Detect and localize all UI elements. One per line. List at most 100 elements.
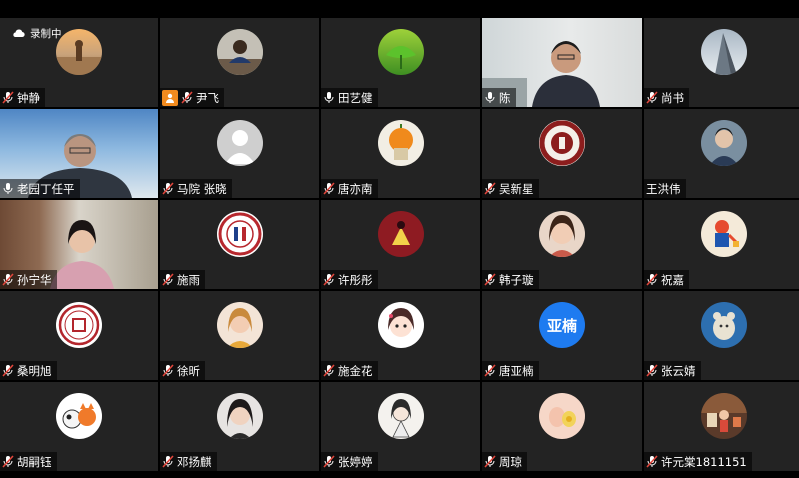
name-tag: 唐亦南 bbox=[321, 179, 378, 198]
participant-name: 祝嘉 bbox=[661, 272, 684, 287]
name-tag: 吴新星 bbox=[482, 179, 539, 198]
mic-on-icon bbox=[484, 91, 496, 104]
name-tag: 祝嘉 bbox=[644, 270, 689, 289]
name-tag: 桑明旭 bbox=[0, 361, 57, 380]
mic-muted-icon bbox=[323, 364, 335, 377]
participant-tile[interactable]: 孙宁华 bbox=[0, 200, 158, 289]
participant-name: 马院 张晓 bbox=[177, 181, 227, 196]
participant-tile[interactable]: 胡嗣钰 bbox=[0, 382, 158, 471]
participant-tile[interactable]: 韩子璇 bbox=[482, 200, 642, 289]
name-tag: 施金花 bbox=[321, 361, 378, 380]
participant-tile[interactable]: 徐昕 bbox=[160, 291, 319, 380]
name-tag: 唐亚楠 bbox=[482, 361, 539, 380]
participant-name: 邓扬麒 bbox=[177, 454, 212, 469]
participant-tile[interactable]: 桑明旭 bbox=[0, 291, 158, 380]
participant-avatar bbox=[700, 120, 747, 166]
name-tag: 胡嗣钰 bbox=[0, 452, 57, 471]
name-tag: 老园丁任平 bbox=[0, 179, 80, 198]
recording-label: 录制中 bbox=[30, 28, 62, 40]
participant-tile[interactable]: 王洪伟 bbox=[644, 109, 799, 198]
participant-tile[interactable]: 尹飞 bbox=[160, 18, 319, 107]
participant-avatar bbox=[539, 120, 585, 166]
participant-tile[interactable]: 施雨 bbox=[160, 200, 319, 289]
participant-name: 周琼 bbox=[499, 454, 522, 469]
participant-name: 钟静 bbox=[17, 90, 40, 105]
participant-tile[interactable]: 祝嘉 bbox=[644, 200, 799, 289]
name-tag: 王洪伟 bbox=[644, 179, 686, 198]
mic-muted-icon bbox=[646, 364, 658, 377]
participant-avatar bbox=[377, 211, 424, 257]
participant-tile[interactable]: 尚书 bbox=[644, 18, 799, 107]
participant-avatar bbox=[539, 211, 585, 257]
mic-muted-icon bbox=[484, 364, 496, 377]
participant-avatar bbox=[539, 393, 585, 439]
participant-name: 唐亦南 bbox=[338, 181, 373, 196]
mic-muted-icon bbox=[323, 182, 335, 195]
mic-muted-icon bbox=[323, 273, 335, 286]
participant-name: 胡嗣钰 bbox=[17, 454, 52, 469]
participant-name: 陈 bbox=[499, 90, 511, 105]
name-tag: 周琼 bbox=[482, 452, 527, 471]
mic-muted-icon bbox=[162, 364, 174, 377]
mic-muted-icon bbox=[2, 455, 14, 468]
participant-tile[interactable]: 唐亦南 bbox=[321, 109, 480, 198]
name-tag: 尚书 bbox=[644, 88, 689, 107]
participant-tile[interactable]: 邓扬麒 bbox=[160, 382, 319, 471]
participant-name: 施雨 bbox=[177, 272, 200, 287]
avatar-initials: 亚楠 bbox=[546, 316, 577, 335]
participant-tile[interactable]: 许元棠1811151 bbox=[644, 382, 799, 471]
recording-indicator: 录制中 bbox=[12, 26, 62, 41]
name-tag: 许元棠1811151 bbox=[644, 452, 752, 471]
participant-tile-active-speaker[interactable]: 陈 bbox=[482, 18, 642, 107]
participant-avatar bbox=[216, 211, 263, 257]
name-tag: 许彤彤 bbox=[321, 270, 378, 289]
participant-tile[interactable]: 吴新星 bbox=[482, 109, 642, 198]
mic-muted-icon bbox=[181, 91, 193, 104]
mic-muted-icon bbox=[646, 91, 658, 104]
participant-avatar bbox=[216, 302, 263, 348]
participant-tile[interactable]: 张云婧 bbox=[644, 291, 799, 380]
participant-avatar bbox=[377, 120, 424, 166]
mic-muted-icon bbox=[646, 273, 658, 286]
participant-name: 许彤彤 bbox=[338, 272, 373, 287]
participant-tile[interactable]: 施金花 bbox=[321, 291, 480, 380]
mic-muted-icon bbox=[484, 273, 496, 286]
participant-name: 韩子璇 bbox=[499, 272, 534, 287]
participant-name: 桑明旭 bbox=[17, 363, 52, 378]
participant-tile[interactable]: 亚楠 唐亚楠 bbox=[482, 291, 642, 380]
name-tag: 马院 张晓 bbox=[160, 179, 232, 198]
default-user-avatar bbox=[216, 120, 263, 166]
text-avatar: 亚楠 bbox=[539, 302, 585, 348]
mic-muted-icon bbox=[646, 455, 658, 468]
name-tag: 孙宁华 bbox=[0, 270, 57, 289]
top-bar bbox=[0, 0, 799, 18]
mic-muted-icon bbox=[162, 182, 174, 195]
name-tag: 张婷婷 bbox=[321, 452, 378, 471]
participant-grid: 录制中 钟静 尹飞 田艺健 陈 尚书 老园丁任平 马院 张晓 唐亦南 吴新星 王… bbox=[0, 18, 799, 471]
participant-tile[interactable]: 周琼 bbox=[482, 382, 642, 471]
participant-avatar bbox=[56, 302, 102, 348]
mic-muted-icon bbox=[162, 455, 174, 468]
name-tag: 徐昕 bbox=[160, 361, 205, 380]
mic-muted-icon bbox=[484, 455, 496, 468]
participant-tile[interactable]: 许彤彤 bbox=[321, 200, 480, 289]
participant-name: 田艺健 bbox=[338, 90, 373, 105]
participant-tile[interactable]: 张婷婷 bbox=[321, 382, 480, 471]
mic-muted-icon bbox=[2, 91, 14, 104]
participant-tile[interactable]: 田艺健 bbox=[321, 18, 480, 107]
participant-avatar bbox=[700, 393, 747, 439]
participant-name: 老园丁任平 bbox=[17, 181, 75, 196]
participant-tile[interactable]: 马院 张晓 bbox=[160, 109, 319, 198]
participant-name: 张婷婷 bbox=[338, 454, 373, 469]
participant-tile[interactable]: 录制中 钟静 bbox=[0, 18, 158, 107]
participant-avatar bbox=[700, 29, 747, 75]
name-tag: 尹飞 bbox=[160, 88, 224, 107]
mic-muted-icon bbox=[2, 273, 14, 286]
name-tag: 陈 bbox=[482, 88, 516, 107]
mic-muted-icon bbox=[484, 182, 496, 195]
participant-avatar bbox=[216, 29, 263, 75]
mic-on-icon bbox=[323, 91, 335, 104]
participant-tile[interactable]: 老园丁任平 bbox=[0, 109, 158, 198]
mic-on-icon bbox=[2, 182, 14, 195]
participant-name: 王洪伟 bbox=[646, 181, 681, 196]
